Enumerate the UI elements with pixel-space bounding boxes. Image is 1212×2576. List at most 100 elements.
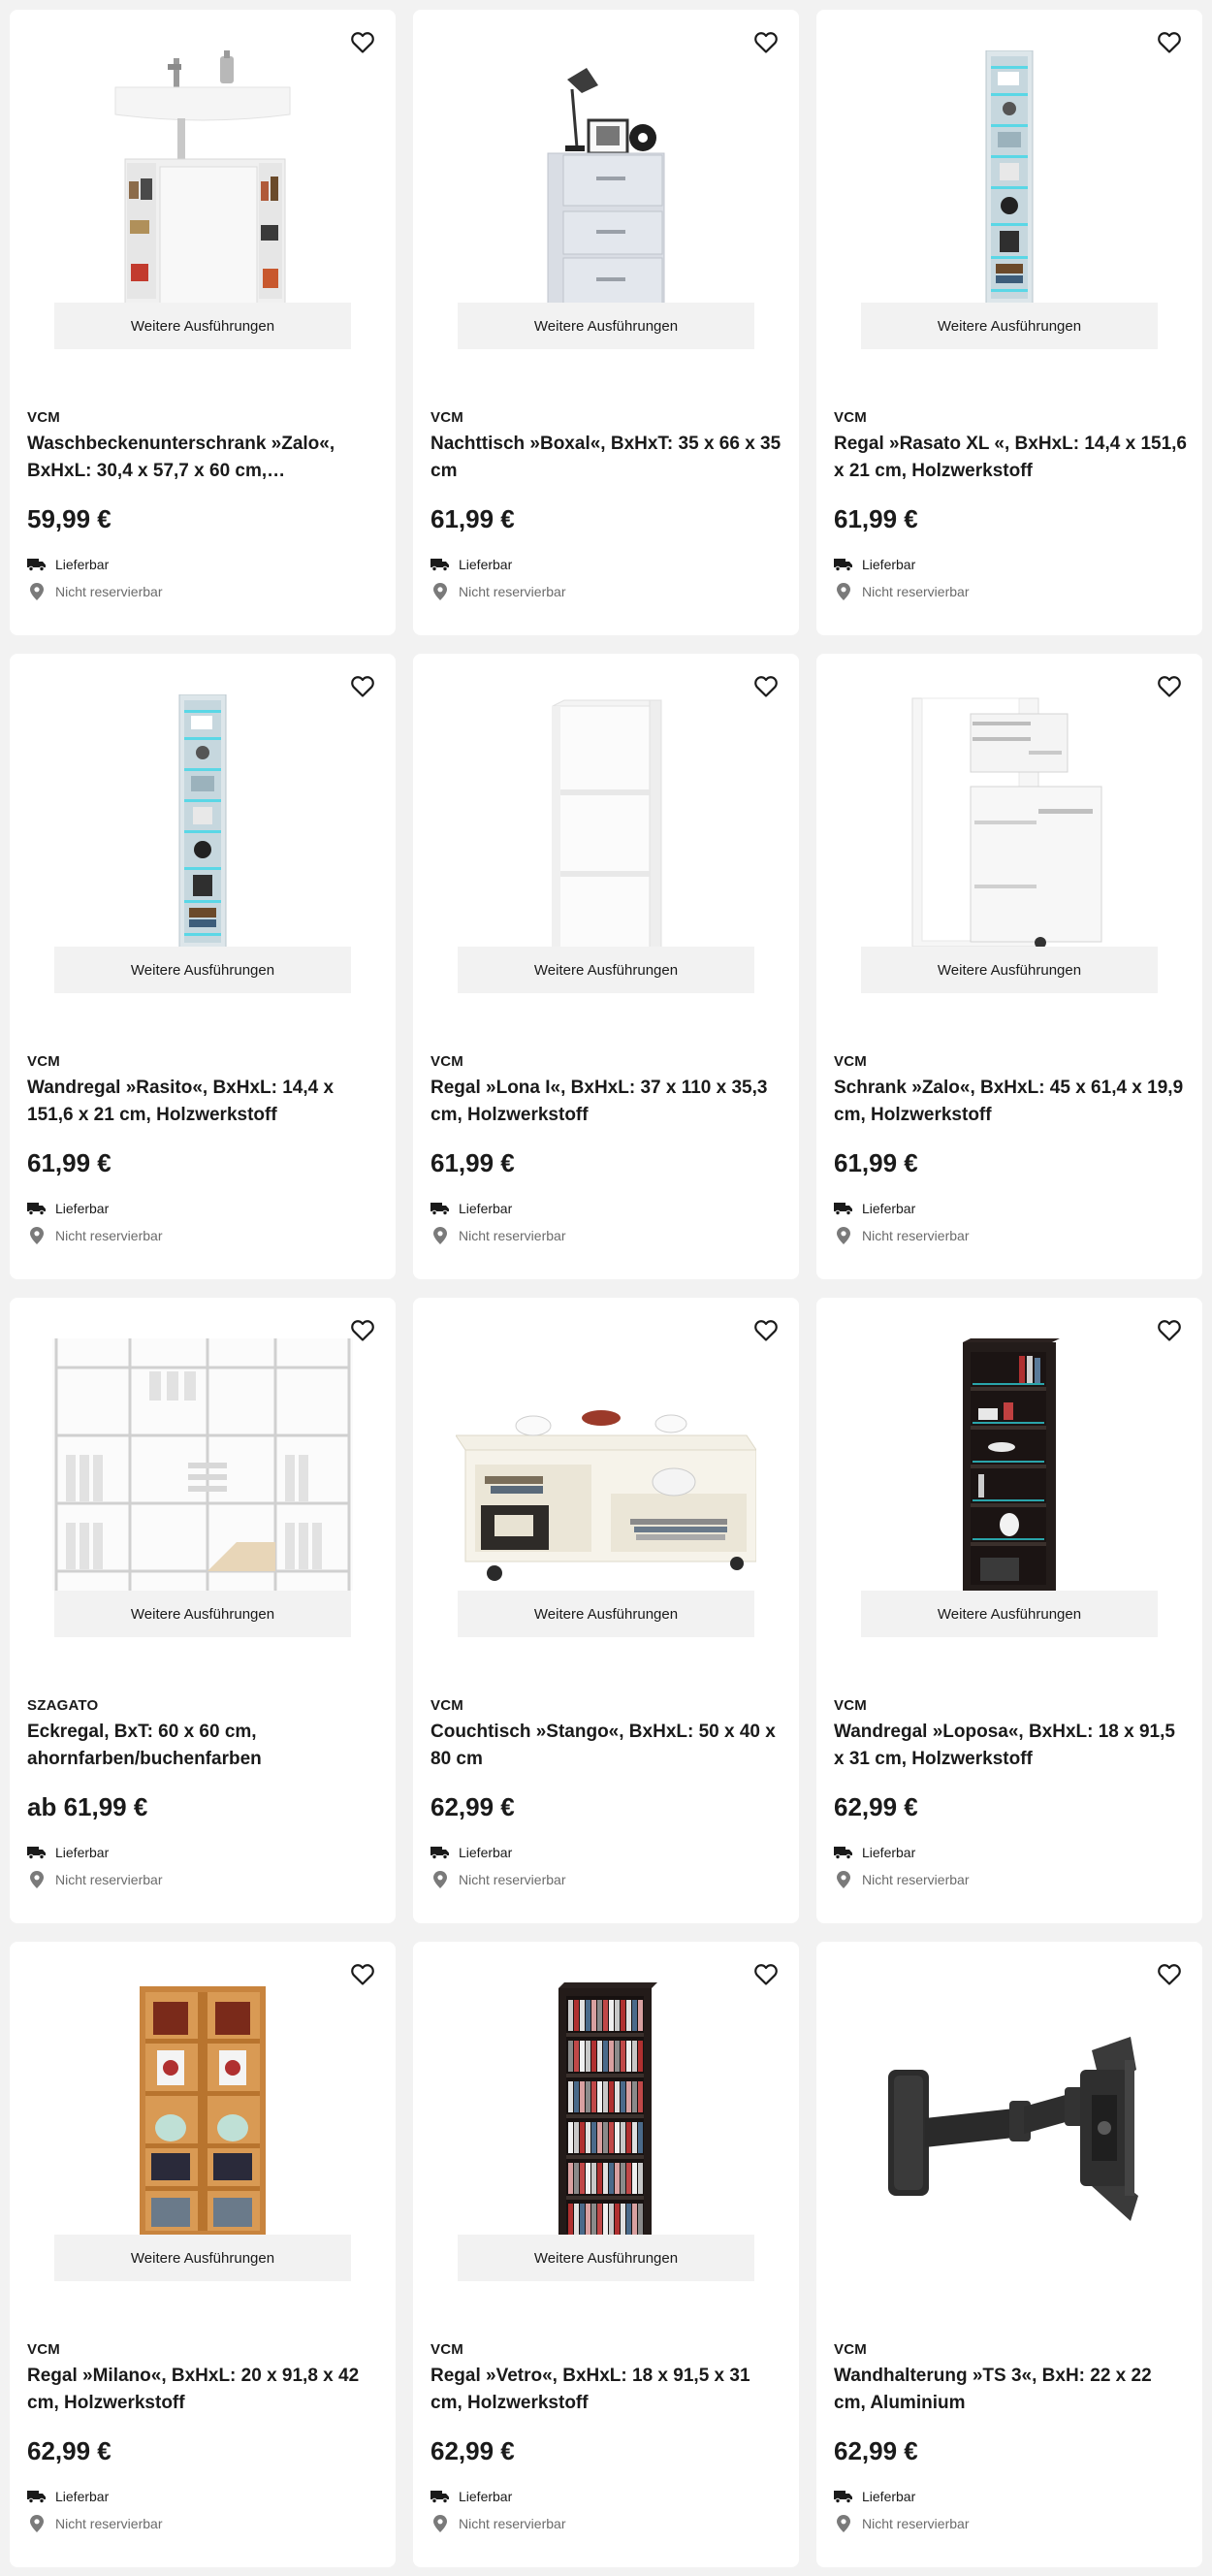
product-card[interactable]: VCM Wandhalterung »TS 3«, BxH: 22 x 22 c…	[816, 1942, 1202, 2567]
product-card[interactable]: Weitere Ausführungen VCM Nachttisch »Box…	[413, 10, 799, 635]
location-pin-icon	[431, 2515, 450, 2532]
product-price: ab 61,99 €	[27, 1792, 148, 1821]
more-variants-button[interactable]: Weitere Ausführungen	[861, 947, 1158, 993]
heart-icon[interactable]	[747, 1955, 785, 1994]
delivery-status: Lieferbar	[431, 556, 512, 573]
product-title[interactable]: Regal »Vetro«, BxHxL: 18 x 91,5 x 31 cm,…	[431, 2363, 784, 2417]
delivery-status: Lieferbar	[27, 1200, 109, 1217]
product-title[interactable]: Regal »Lona I«, BxHxL: 37 x 110 x 35,3 c…	[431, 1075, 784, 1129]
product-brand: VCM	[834, 1697, 867, 1714]
product-image-corner-shelf[interactable]	[10, 1298, 396, 1591]
product-card[interactable]: Weitere Ausführungen VCM Wandregal »Rasi…	[10, 654, 396, 1279]
truck-icon	[431, 556, 450, 573]
product-title[interactable]: Regal »Rasato XL «, BxHxL: 14,4 x 151,6 …	[834, 431, 1188, 485]
location-pin-icon	[431, 1871, 450, 1888]
location-pin-icon	[834, 1871, 853, 1888]
store-status: Nicht reservierbar	[834, 1227, 969, 1244]
product-image-narrow-shelf-led[interactable]	[10, 654, 396, 947]
product-title[interactable]: Nachttisch »Boxal«, BxHxT: 35 x 66 x 35 …	[431, 431, 784, 485]
delivery-label: Lieferbar	[55, 2489, 110, 2504]
product-title[interactable]: Eckregal, BxT: 60 x 60 cm, ahornfarben/b…	[27, 1719, 381, 1773]
store-label: Nicht reservierbar	[459, 1872, 566, 1887]
more-variants-button[interactable]: Weitere Ausführungen	[458, 303, 754, 349]
truck-icon	[834, 1200, 853, 1217]
more-variants-button[interactable]: Weitere Ausführungen	[458, 2235, 754, 2281]
product-title[interactable]: Schrank »Zalo«, BxHxL: 45 x 61,4 x 19,9 …	[834, 1075, 1188, 1129]
product-title[interactable]: Waschbeckenunterschrank »Zalo«, BxHxL: 3…	[27, 431, 381, 485]
more-variants-button[interactable]: Weitere Ausführungen	[54, 303, 351, 349]
heart-icon[interactable]	[343, 23, 382, 62]
heart-icon[interactable]	[747, 23, 785, 62]
more-variants-button[interactable]: Weitere Ausführungen	[54, 947, 351, 993]
delivery-status: Lieferbar	[27, 2488, 109, 2505]
product-price: 62,99 €	[431, 2436, 515, 2465]
more-variants-button[interactable]: Weitere Ausführungen	[861, 1591, 1158, 1637]
product-card[interactable]: Weitere Ausführungen VCM Couchtisch »Sta…	[413, 1298, 799, 1923]
product-image-narrow-shelf-led[interactable]	[816, 10, 1202, 303]
product-image-drawer-cabinet[interactable]	[816, 654, 1202, 947]
product-grid: Weitere Ausführungen VCM Waschbeckenunte…	[10, 10, 1202, 2567]
product-title[interactable]: Regal »Milano«, BxHxL: 20 x 91,8 x 42 cm…	[27, 2363, 381, 2417]
delivery-label: Lieferbar	[459, 2489, 513, 2504]
product-card[interactable]: Weitere Ausführungen VCM Regal »Vetro«, …	[413, 1942, 799, 2567]
product-image-black-shelf[interactable]	[816, 1298, 1202, 1591]
location-pin-icon	[431, 1227, 450, 1244]
more-variants-button[interactable]: Weitere Ausführungen	[458, 947, 754, 993]
product-price: 62,99 €	[27, 2436, 112, 2465]
product-price: 62,99 €	[834, 2436, 918, 2465]
more-variants-button[interactable]: Weitere Ausführungen	[458, 1591, 754, 1637]
product-card[interactable]: Weitere Ausführungen SZAGATO Eckregal, B…	[10, 1298, 396, 1923]
product-title[interactable]: Wandregal »Loposa«, BxHxL: 18 x 91,5 x 3…	[834, 1719, 1188, 1773]
store-status: Nicht reservierbar	[27, 2515, 162, 2532]
delivery-status: Lieferbar	[27, 556, 109, 573]
product-card[interactable]: Weitere Ausführungen VCM Wandregal »Lopo…	[816, 1298, 1202, 1923]
store-label: Nicht reservierbar	[862, 1872, 970, 1887]
heart-icon[interactable]	[747, 667, 785, 706]
product-image-nightstand[interactable]	[413, 10, 799, 303]
heart-icon[interactable]	[343, 1311, 382, 1350]
product-card[interactable]: Weitere Ausführungen VCM Regal »Milano«,…	[10, 1942, 396, 2567]
product-brand: VCM	[834, 2341, 867, 2358]
product-image-sink-cabinet[interactable]	[10, 10, 396, 303]
product-price: 59,99 €	[27, 504, 112, 533]
store-label: Nicht reservierbar	[55, 1228, 163, 1243]
delivery-label: Lieferbar	[459, 557, 513, 572]
product-image-tv-wall-mount[interactable]	[816, 1942, 1202, 2235]
product-price: 61,99 €	[27, 1148, 112, 1177]
product-card[interactable]: Weitere Ausführungen VCM Regal »Rasato X…	[816, 10, 1202, 635]
heart-icon[interactable]	[1150, 1311, 1189, 1350]
heart-icon[interactable]	[1150, 1955, 1189, 1994]
store-status: Nicht reservierbar	[27, 1871, 162, 1888]
delivery-status: Lieferbar	[834, 556, 915, 573]
product-brand: VCM	[431, 409, 463, 426]
product-title[interactable]: Couchtisch »Stango«, BxHxL: 50 x 40 x 80…	[431, 1719, 784, 1773]
delivery-label: Lieferbar	[55, 1201, 110, 1216]
product-title[interactable]: Wandregal »Rasito«, BxHxL: 14,4 x 151,6 …	[27, 1075, 381, 1129]
product-price: 61,99 €	[431, 504, 515, 533]
truck-icon	[431, 1844, 450, 1861]
product-card[interactable]: Weitere Ausführungen VCM Waschbeckenunte…	[10, 10, 396, 635]
store-status: Nicht reservierbar	[834, 2515, 969, 2532]
product-image-cd-tower[interactable]	[413, 1942, 799, 2235]
heart-icon[interactable]	[343, 1955, 382, 1994]
delivery-label: Lieferbar	[55, 557, 110, 572]
product-image-coffee-table[interactable]	[413, 1298, 799, 1591]
product-card[interactable]: Weitere Ausführungen VCM Schrank »Zalo«,…	[816, 654, 1202, 1279]
heart-icon[interactable]	[343, 667, 382, 706]
delivery-status: Lieferbar	[834, 1200, 915, 1217]
store-label: Nicht reservierbar	[459, 1228, 566, 1243]
product-title[interactable]: Wandhalterung »TS 3«, BxH: 22 x 22 cm, A…	[834, 2363, 1188, 2417]
product-price: 61,99 €	[431, 1148, 515, 1177]
location-pin-icon	[27, 583, 47, 600]
location-pin-icon	[27, 2515, 47, 2532]
product-card[interactable]: Weitere Ausführungen VCM Regal »Lona I«,…	[413, 654, 799, 1279]
heart-icon[interactable]	[1150, 667, 1189, 706]
heart-icon[interactable]	[747, 1311, 785, 1350]
more-variants-button[interactable]: Weitere Ausführungen	[861, 303, 1158, 349]
more-variants-button[interactable]: Weitere Ausführungen	[54, 1591, 351, 1637]
heart-icon[interactable]	[1150, 23, 1189, 62]
product-image-white-shelf[interactable]	[413, 654, 799, 947]
more-variants-button[interactable]: Weitere Ausführungen	[54, 2235, 351, 2281]
delivery-label: Lieferbar	[862, 557, 916, 572]
product-image-beech-shelf[interactable]	[10, 1942, 396, 2235]
